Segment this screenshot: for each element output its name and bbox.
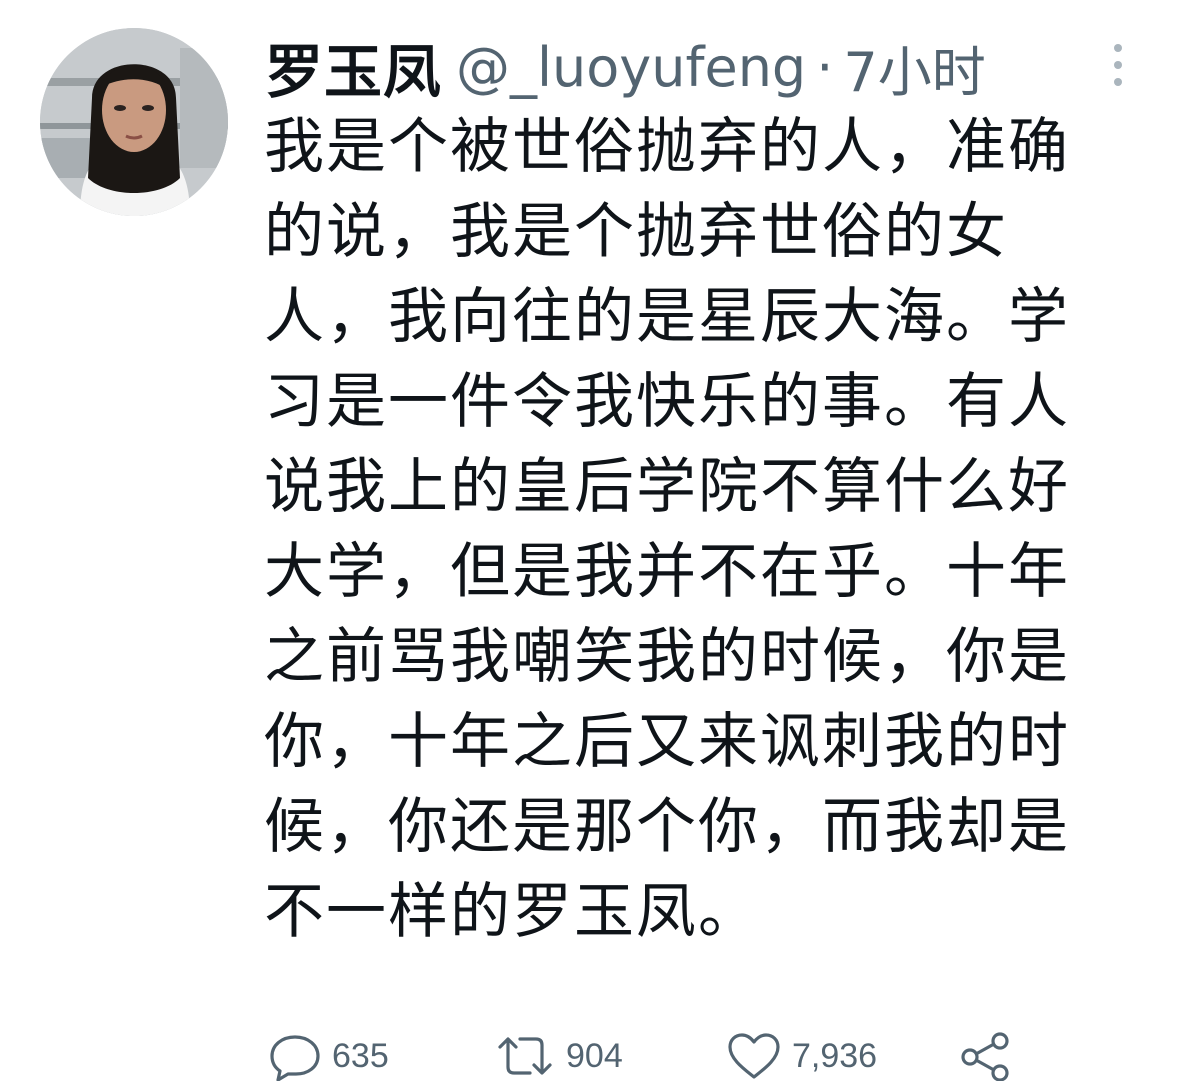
tweet-text: 我是个被世俗抛弃的人，准确 的说，我是个抛弃世俗的女 人，我向往的是星辰大海。学… bbox=[264, 105, 1144, 955]
tweet-text-line: 人，我向往的是星辰大海。学 bbox=[264, 282, 1070, 352]
tweet-text-line: 之前骂我嘲笑我的时候，你是 bbox=[264, 622, 1070, 692]
reply-button[interactable]: 635 bbox=[268, 1028, 389, 1084]
share-icon bbox=[958, 1031, 1014, 1081]
tweet-text-line: 我是个被世俗抛弃的人，准确 bbox=[264, 112, 1070, 182]
tweet[interactable]: 罗玉凤 @_luoyufeng · 7小时 我是个被世俗抛弃的人，准确 的说，我… bbox=[0, 0, 1187, 1081]
more-options-icon[interactable] bbox=[1108, 40, 1128, 90]
tweet-text-line: 的说，我是个抛弃世俗的女 bbox=[264, 197, 1008, 267]
retweet-button[interactable]: 904 bbox=[494, 1028, 623, 1084]
user-handle[interactable]: @_luoyufeng bbox=[456, 36, 806, 99]
separator-dot: · bbox=[816, 35, 834, 99]
tweet-text-line: 候，你还是那个你，而我却是 bbox=[264, 792, 1070, 862]
reply-icon bbox=[268, 1031, 322, 1081]
avatar[interactable] bbox=[40, 28, 228, 216]
tweet-text-line: 说我上的皇后学院不算什么好 bbox=[264, 452, 1070, 522]
like-count: 7,936 bbox=[792, 1036, 878, 1075]
share-button[interactable] bbox=[958, 1028, 1014, 1084]
timestamp[interactable]: 7小时 bbox=[843, 28, 985, 107]
tweet-text-line: 习是一件令我快乐的事。有人 bbox=[264, 367, 1070, 437]
tweet-header: 罗玉凤 @_luoyufeng · 7小时 bbox=[265, 22, 986, 112]
reply-count: 635 bbox=[332, 1036, 389, 1075]
tweet-text-line: 你，十年之后又来讽刺我的时 bbox=[264, 707, 1070, 777]
retweet-count: 904 bbox=[566, 1036, 623, 1075]
heart-icon bbox=[726, 1031, 782, 1081]
action-bar: 635 904 7,936 bbox=[268, 1028, 1068, 1088]
like-button[interactable]: 7,936 bbox=[726, 1028, 877, 1084]
retweet-icon bbox=[494, 1031, 556, 1081]
tweet-text-line: 不一样的罗玉凤。 bbox=[264, 877, 760, 947]
display-name[interactable]: 罗玉凤 bbox=[265, 25, 442, 109]
tweet-text-line: 大学，但是我并不在乎。十年 bbox=[264, 537, 1070, 607]
